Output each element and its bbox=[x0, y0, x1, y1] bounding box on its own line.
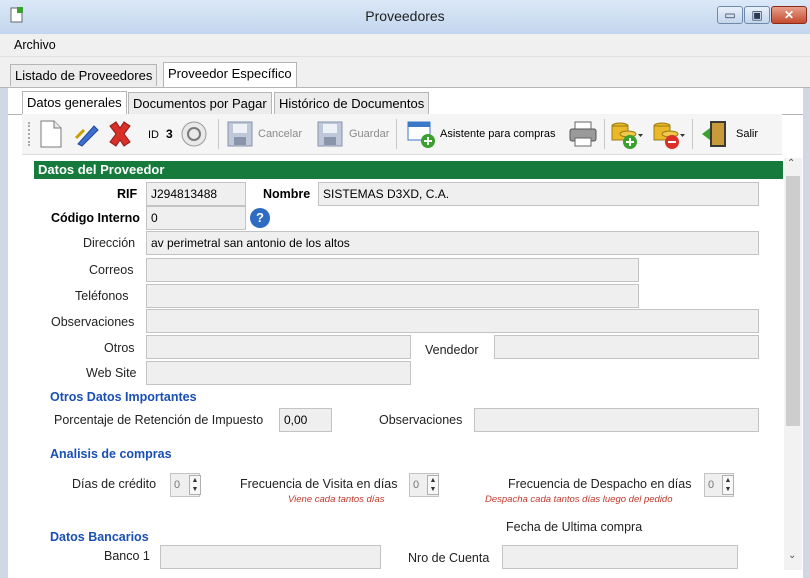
close-button[interactable]: ✕ bbox=[771, 6, 807, 24]
tab-listado[interactable]: Listado de Proveedores bbox=[10, 64, 158, 86]
telefonos-label: Teléfonos bbox=[75, 289, 129, 303]
id-label: ID bbox=[148, 129, 159, 141]
correos-input[interactable] bbox=[146, 258, 639, 282]
retencion-label: Porcentaje de Retención de Impuesto bbox=[54, 413, 264, 427]
tab-documentos-por-pagar[interactable]: Documentos por Pagar bbox=[128, 92, 272, 114]
title-bar[interactable]: Proveedores ▭ ▣ ✕ bbox=[0, 0, 810, 35]
toolbar-separator bbox=[218, 119, 219, 149]
scrollbar-thumb[interactable] bbox=[786, 176, 800, 426]
remove-coins-icon[interactable] bbox=[652, 118, 686, 150]
banco1-input[interactable] bbox=[160, 545, 381, 569]
nombre-input[interactable]: SISTEMAS D3XD, C.A. bbox=[318, 182, 759, 206]
minimize-button[interactable]: ▭ bbox=[717, 6, 743, 24]
observaciones-label: Observaciones bbox=[51, 315, 135, 329]
window-left-border bbox=[0, 56, 8, 578]
dias-credito-label: Días de crédito bbox=[72, 477, 157, 491]
toolbar-grip bbox=[28, 122, 32, 146]
sub-tabs: Datos generales Documentos por Pagar His… bbox=[8, 88, 803, 115]
menu-bar: Archivo bbox=[0, 34, 810, 57]
close-icon: ✕ bbox=[783, 8, 795, 22]
save-button[interactable]: Guardar bbox=[349, 127, 389, 141]
toolbar-separator bbox=[692, 119, 693, 149]
website-input[interactable] bbox=[146, 361, 411, 385]
window-right-border bbox=[803, 56, 810, 578]
wizard-icon[interactable] bbox=[406, 119, 436, 149]
tab-proveedor-especifico[interactable]: Proveedor Específico bbox=[163, 62, 297, 87]
nro-cuenta-input[interactable] bbox=[502, 545, 738, 569]
nro-cuenta-label: Nro de Cuenta bbox=[408, 551, 490, 565]
otros-datos-title: Otros Datos Importantes bbox=[50, 390, 197, 404]
cancel-button[interactable]: Cancelar bbox=[258, 127, 302, 141]
observaciones-input[interactable] bbox=[146, 309, 759, 333]
otros-input[interactable] bbox=[146, 335, 411, 359]
datos-bancarios-title: Datos Bancarios bbox=[50, 530, 149, 544]
id-value: 3 bbox=[166, 127, 173, 141]
frecuencia-despacho-hint: Despacha cada tantos días luego del pedi… bbox=[485, 494, 673, 505]
banco1-label: Banco 1 bbox=[104, 549, 150, 563]
menu-archivo[interactable]: Archivo bbox=[14, 38, 56, 52]
section-header-datos-proveedor: Datos del Proveedor bbox=[34, 161, 783, 179]
nombre-label: Nombre bbox=[263, 187, 311, 201]
frecuencia-visita-label: Frecuencia de Visita en días bbox=[240, 477, 398, 491]
rif-input[interactable]: J294813488 bbox=[146, 182, 246, 206]
frecuencia-visita-hint: Viene cada tantos días bbox=[288, 494, 385, 505]
wizard-button[interactable]: Asistente para compras bbox=[440, 127, 556, 141]
maximize-button[interactable]: ▣ bbox=[744, 6, 770, 24]
dias-credito-stepper[interactable]: ▲ ▼ bbox=[189, 475, 201, 495]
help-icon[interactable]: ? bbox=[250, 208, 270, 228]
minimize-icon: ▭ bbox=[724, 8, 736, 22]
exit-button[interactable]: Salir bbox=[736, 127, 758, 141]
toolbar-separator bbox=[396, 119, 397, 149]
maximize-icon: ▣ bbox=[751, 8, 763, 22]
otros-label: Otros bbox=[104, 341, 135, 355]
delete-icon[interactable] bbox=[106, 120, 134, 148]
scroll-up-icon[interactable]: ⌃ bbox=[787, 158, 795, 169]
toolbar: ID 3 Cancelar Guardar Asistente para com… bbox=[22, 114, 782, 155]
codigo-interno-input[interactable]: 0 bbox=[146, 206, 246, 230]
refresh-icon[interactable] bbox=[180, 120, 208, 148]
tab-datos-generales[interactable]: Datos generales bbox=[22, 91, 127, 114]
direccion-input[interactable]: av perimetral san antonio de los altos bbox=[146, 231, 759, 255]
main-tabs: Listado de Proveedores Proveedor Específ… bbox=[0, 57, 810, 88]
direccion-label: Dirección bbox=[83, 236, 136, 250]
correos-label: Correos bbox=[89, 263, 134, 277]
new-document-icon[interactable] bbox=[38, 119, 64, 149]
edit-icon[interactable] bbox=[74, 120, 102, 148]
telefonos-input[interactable] bbox=[146, 284, 639, 308]
exit-door-icon[interactable] bbox=[700, 119, 730, 149]
ultima-compra-label: Fecha de Ultima compra bbox=[506, 520, 643, 534]
add-coins-icon[interactable] bbox=[610, 118, 644, 150]
rif-label: RIF bbox=[117, 187, 138, 201]
cancel-icon[interactable] bbox=[226, 120, 254, 148]
save-icon[interactable] bbox=[316, 120, 344, 148]
print-icon[interactable] bbox=[568, 120, 598, 148]
frecuencia-despacho-label: Frecuencia de Despacho en días bbox=[508, 477, 692, 491]
otros-observaciones-input[interactable] bbox=[474, 408, 759, 432]
toolbar-separator bbox=[604, 119, 605, 149]
vendedor-input[interactable] bbox=[494, 335, 759, 359]
codigo-interno-label: Código Interno bbox=[51, 211, 140, 225]
analisis-title: Analisis de compras bbox=[50, 447, 172, 461]
retencion-input[interactable]: 0,00 bbox=[279, 408, 332, 432]
frecuencia-visita-stepper[interactable]: ▲ ▼ bbox=[427, 475, 439, 495]
window-title: Proveedores bbox=[365, 8, 445, 24]
website-label: Web Site bbox=[86, 366, 137, 380]
vendedor-label: Vendedor bbox=[425, 343, 479, 357]
otros-observaciones-label: Observaciones bbox=[379, 413, 463, 427]
scroll-down-icon[interactable]: ⌄ bbox=[788, 550, 796, 561]
frecuencia-despacho-stepper[interactable]: ▲ ▼ bbox=[722, 475, 734, 495]
tab-historico-documentos[interactable]: Histórico de Documentos bbox=[274, 92, 430, 114]
